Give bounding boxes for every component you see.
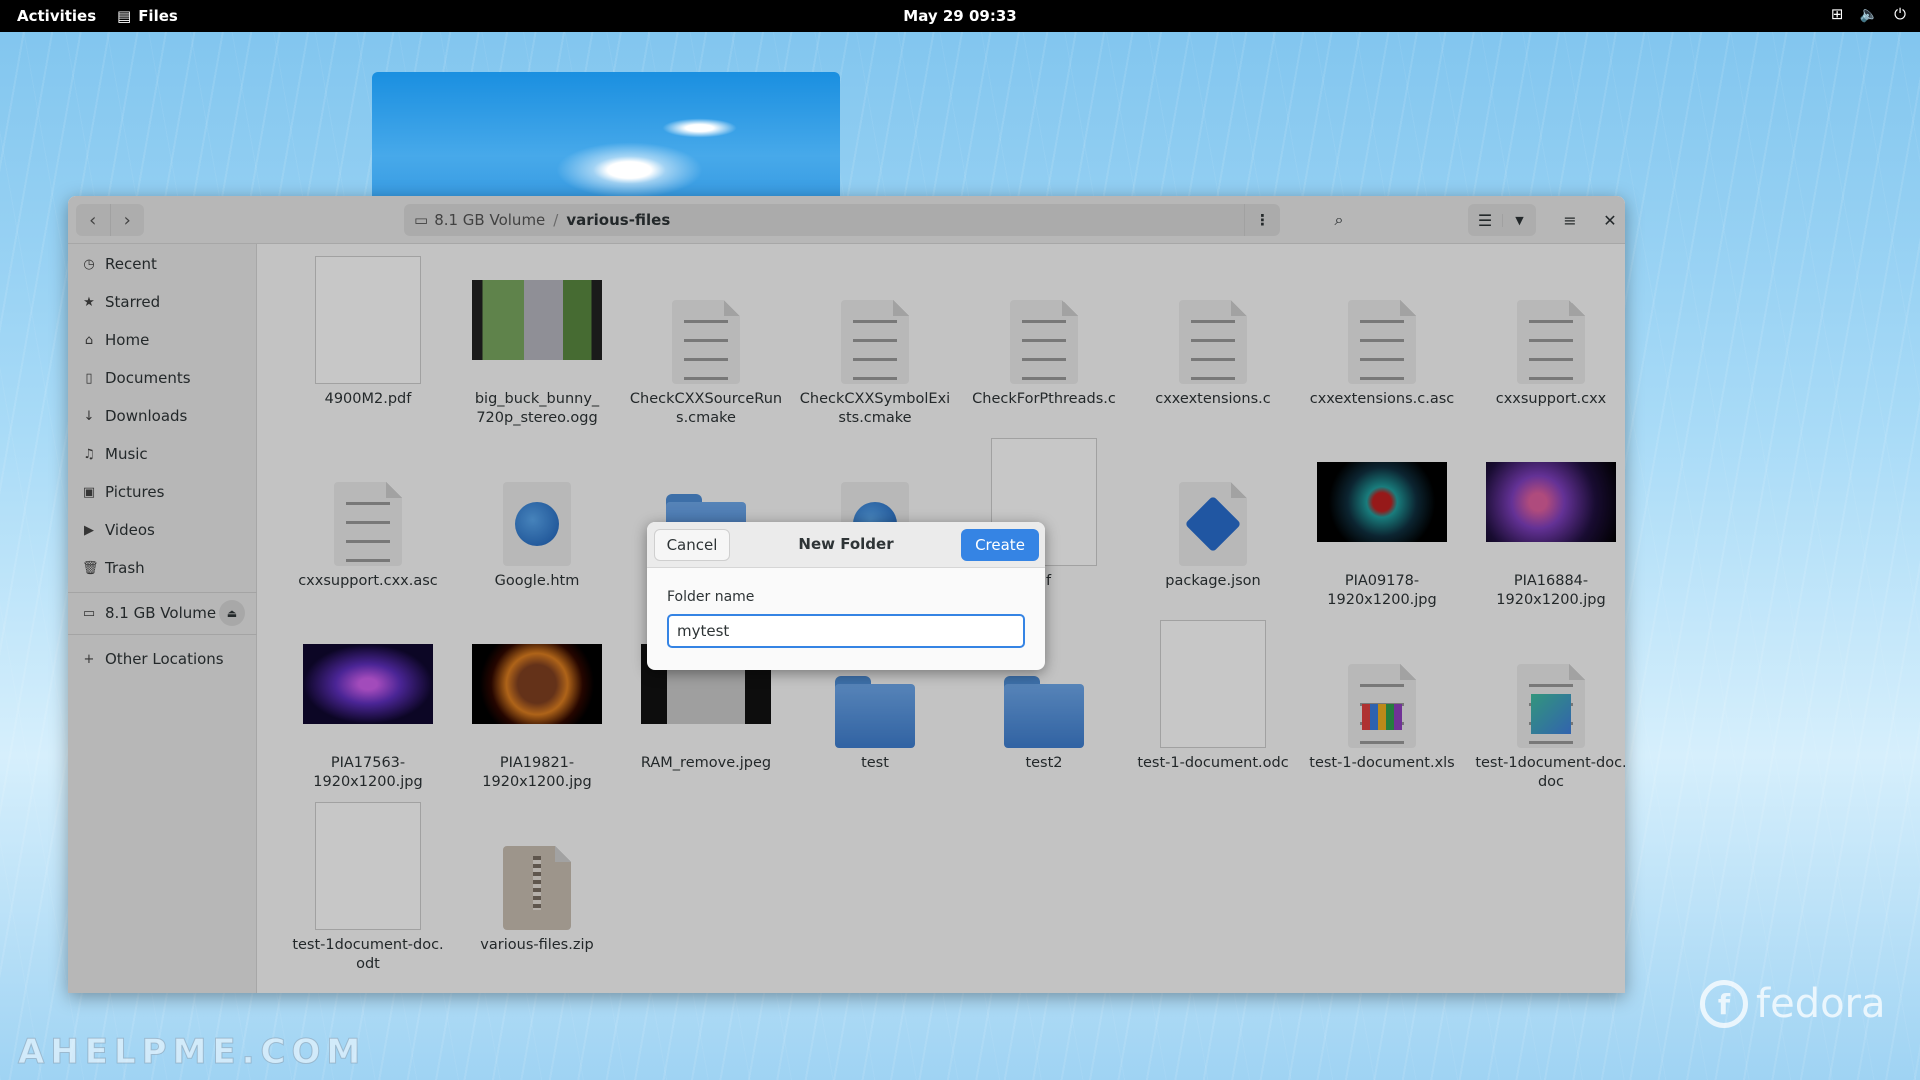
- network-icon: ⊞: [1830, 5, 1844, 23]
- watermark: AHELPME.COM: [17, 1032, 367, 1073]
- volume-icon: 🔈: [1859, 5, 1879, 23]
- new-folder-dialog: Cancel New Folder Create Folder name: [647, 522, 1045, 670]
- app-menu[interactable]: ▤ Files: [117, 7, 178, 25]
- background-window: [372, 72, 840, 212]
- activities-button[interactable]: Activities: [17, 7, 96, 25]
- folder-name-label: Folder name: [667, 589, 755, 605]
- power-icon: ⏻: [1894, 5, 1906, 23]
- clock[interactable]: May 29 09:33: [0, 7, 1920, 25]
- fedora-wordmark: fedora: [1756, 981, 1886, 1027]
- top-bar: Activities ▤ Files May 29 09:33 ⊞ 🔈 ⏻: [0, 0, 1920, 32]
- fedora-mark-icon: f: [1700, 980, 1748, 1028]
- app-name: Files: [138, 7, 178, 25]
- system-tray[interactable]: ⊞ 🔈 ⏻: [1831, 5, 1906, 23]
- fedora-logo: f fedora: [1700, 980, 1886, 1028]
- folder-name-input[interactable]: [667, 614, 1025, 648]
- files-app-icon: ▤: [117, 7, 132, 25]
- create-button[interactable]: Create: [961, 529, 1039, 561]
